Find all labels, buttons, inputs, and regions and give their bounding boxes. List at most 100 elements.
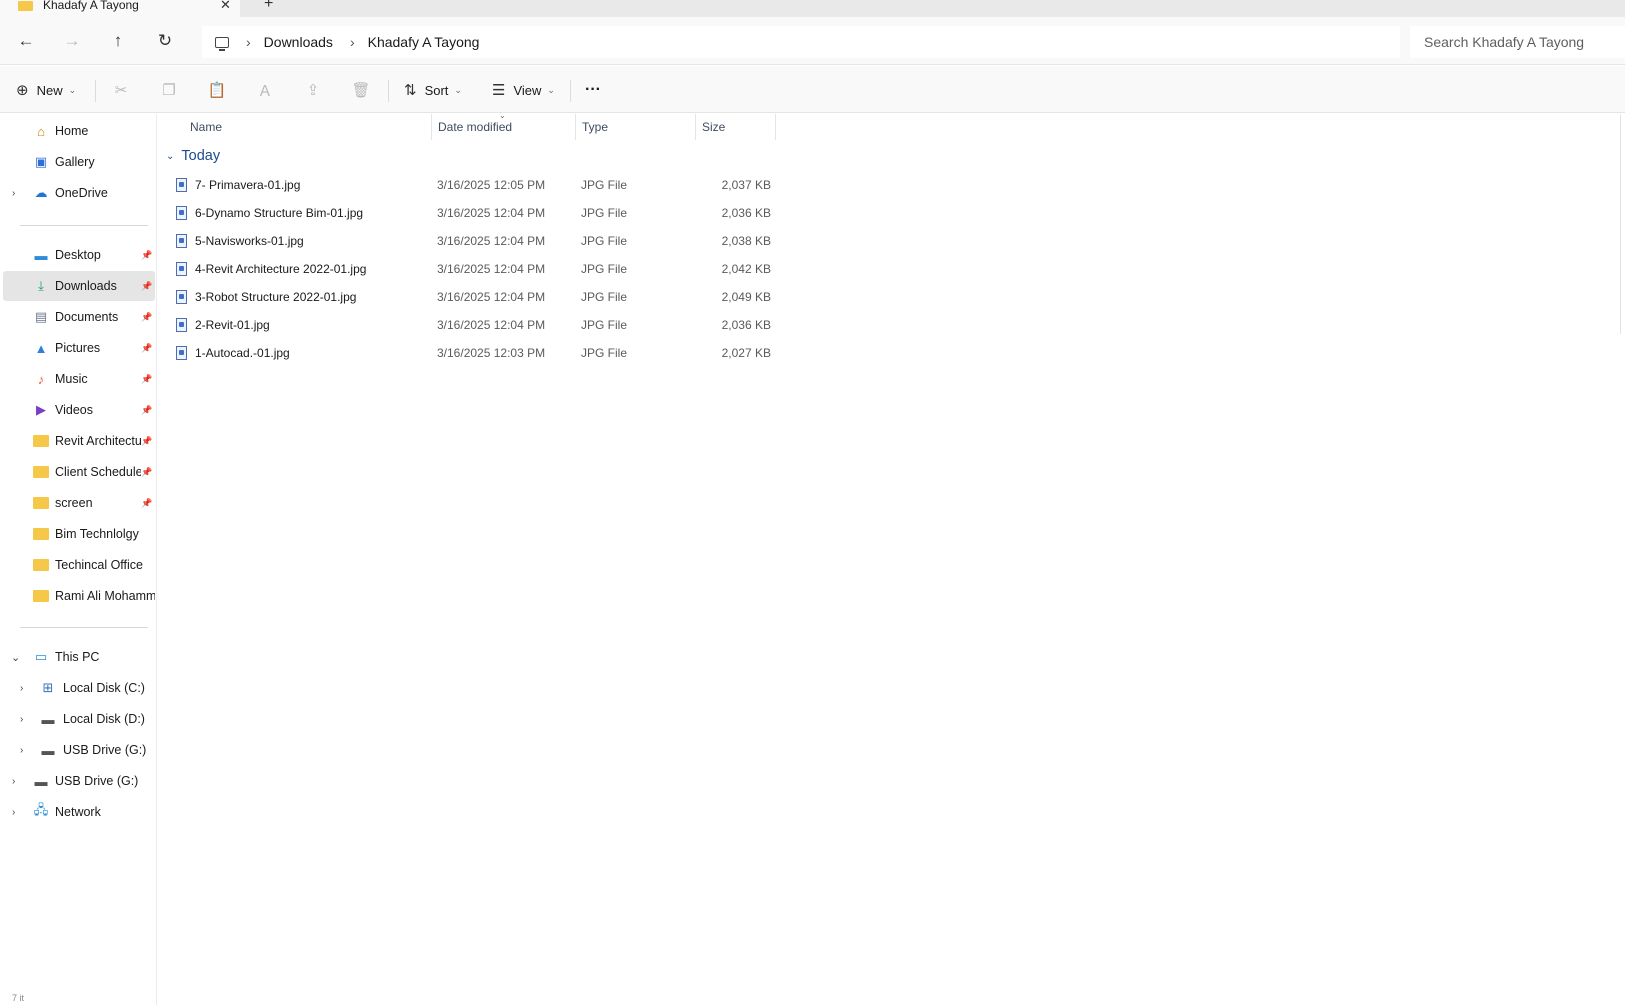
sidebar-item-local-disk-c[interactable]: › ⊞ Local Disk (C:) <box>0 673 156 703</box>
delete-icon[interactable]: 🗑 <box>349 78 373 102</box>
file-name-cell[interactable]: 7- Primavera-01.jpg <box>176 171 300 198</box>
rename-icon[interactable]: Ａ <box>253 78 277 102</box>
new-button[interactable]: ⊕ New ⌄ <box>16 78 76 102</box>
pin-icon[interactable]: 📌 <box>141 374 152 385</box>
sidebar-item-downloads[interactable]: ⤓ Downloads 📌 <box>3 271 155 301</box>
breadcrumb-downloads[interactable]: Downloads <box>264 34 333 50</box>
view-button[interactable]: ☰ View ⌄ <box>492 78 555 102</box>
table-row[interactable]: 7- Primavera-01.jpg 3/16/2025 12:05 PM JPG… <box>166 171 936 198</box>
sidebar-item-technical-office[interactable]: Techincal Office <box>0 550 156 580</box>
group-header-today[interactable]: ⌄ Today <box>166 148 220 164</box>
table-row[interactable]: 2-Revit-01.jpg 3/16/2025 12:04 PM JPG File… <box>166 311 936 338</box>
sidebar-item-usb-drive-g[interactable]: › ▬ USB Drive (G:) <box>0 735 156 765</box>
size-cell: 2,042 KB <box>721 261 771 276</box>
downloads-icon: ⤓ <box>38 278 44 293</box>
file-name-cell[interactable]: 5-Navisworks-01.jpg <box>176 227 304 254</box>
column-header-name[interactable]: Name <box>190 114 222 140</box>
sidebar-item-gallery[interactable]: ▣ Gallery <box>0 147 156 177</box>
chevron-right-icon[interactable]: › <box>20 683 23 694</box>
up-arrow-icon[interactable]: ↑ <box>106 29 130 53</box>
sidebar-item-desktop[interactable]: ▬ Desktop 📌 <box>0 240 156 270</box>
pin-icon[interactable]: 📌 <box>141 250 152 261</box>
breadcrumb[interactable]: › Downloads › Khadafy A Tayong <box>202 26 1400 58</box>
chevron-right-icon[interactable]: › <box>12 807 15 818</box>
sidebar-item-label: Client Schedules <box>55 465 141 479</box>
sidebar-item-videos[interactable]: ▶ Videos 📌 <box>0 395 156 425</box>
sidebar-item-pictures[interactable]: ▲ Pictures 📌 <box>0 333 156 363</box>
sidebar-item-this-pc[interactable]: ⌄ ▭ This PC <box>0 642 156 672</box>
search-input[interactable]: Search Khadafy A Tayong <box>1410 26 1625 58</box>
column-header-date[interactable]: Date modified <box>438 114 512 140</box>
table-row[interactable]: 4-Revit Architecture 2022-01.jpg 3/16/202… <box>166 255 936 282</box>
sidebar-item-local-disk-d[interactable]: › ▬ Local Disk (D:) <box>0 704 156 734</box>
table-row[interactable]: 6-Dynamo Structure Bim-01.jpg 3/16/2025 1… <box>166 199 936 226</box>
sidebar-item-screen[interactable]: screen 📌 <box>0 488 156 518</box>
chevron-right-icon[interactable]: › <box>246 34 251 50</box>
sidebar-item-documents[interactable]: ▤ Documents 📌 <box>0 302 156 332</box>
chevron-down-icon[interactable]: ⌄ <box>11 651 20 664</box>
column-header-size[interactable]: Size <box>702 114 725 140</box>
pin-icon[interactable]: 📌 <box>141 498 152 509</box>
back-arrow-icon[interactable]: ← <box>14 29 38 53</box>
sidebar-item-client-schedules[interactable]: Client Schedules 📌 <box>0 457 156 487</box>
size-cell: 2,036 KB <box>721 317 771 332</box>
file-name-cell[interactable]: 2-Revit-01.jpg <box>176 311 270 338</box>
jpg-file-icon <box>176 205 187 220</box>
pin-icon[interactable]: 📌 <box>141 343 152 354</box>
column-separator[interactable] <box>695 114 696 140</box>
sidebar-item-label: Desktop <box>55 248 101 262</box>
sidebar-item-label: Bim Technlolgy <box>55 527 139 541</box>
forward-arrow-icon[interactable]: → <box>60 29 84 53</box>
file-name-cell[interactable]: 6-Dynamo Structure Bim-01.jpg <box>176 199 363 226</box>
table-row[interactable]: 5-Navisworks-01.jpg 3/16/2025 12:04 PM JPG… <box>166 227 936 254</box>
column-header-type[interactable]: Type <box>582 114 608 140</box>
table-row[interactable]: 1-Autocad.-01.jpg 3/16/2025 12:03 PM JPG F… <box>166 339 936 366</box>
share-icon[interactable]: ⇪ <box>301 78 325 102</box>
new-tab-icon[interactable]: + <box>264 0 273 13</box>
pin-icon[interactable]: 📌 <box>141 436 152 447</box>
close-tab-icon[interactable]: ✕ <box>220 0 231 13</box>
table-row[interactable]: 3-Robot Structure 2022-01.jpg 3/16/2025 1… <box>166 283 936 310</box>
tab-strip: Khadafy A Tayong ✕ + <box>0 0 1625 17</box>
chevron-down-icon: ⌄ <box>454 84 462 95</box>
sort-button[interactable]: ⇅ Sort ⌄ <box>404 78 462 102</box>
divider <box>20 225 148 226</box>
file-name-cell[interactable]: 3-Robot Structure 2022-01.jpg <box>176 283 356 310</box>
file-list: Name ⌄ Date modified Type Size ⌄ Today 7… <box>158 111 1625 1005</box>
more-options-button[interactable]: ··· <box>585 78 601 102</box>
file-name-cell[interactable]: 1-Autocad.-01.jpg <box>176 339 290 366</box>
chevron-right-icon[interactable]: › <box>20 714 23 725</box>
sidebar-item-rami-ali[interactable]: Rami Ali Mohamm <box>0 581 156 611</box>
sidebar-item-music[interactable]: ♪ Music 📌 <box>0 364 156 394</box>
pin-icon[interactable]: 📌 <box>141 281 152 292</box>
chevron-right-icon[interactable]: › <box>12 776 15 787</box>
column-separator[interactable] <box>575 114 576 140</box>
breadcrumb-khadafy[interactable]: Khadafy A Tayong <box>368 34 480 50</box>
new-label: New <box>36 82 63 98</box>
chevron-right-icon[interactable]: › <box>350 34 355 50</box>
pin-icon[interactable]: 📌 <box>141 312 152 323</box>
sidebar-item-onedrive[interactable]: › ☁ OneDrive <box>0 178 156 208</box>
sidebar-item-revit-architecture[interactable]: Revit Architectu 📌 <box>0 426 156 456</box>
pin-icon[interactable]: 📌 <box>141 467 152 478</box>
sidebar-item-network[interactable]: › 🖧 Network <box>0 797 156 827</box>
chevron-right-icon[interactable]: › <box>12 188 15 199</box>
sidebar-item-bim-technology[interactable]: Bim Technlolgy <box>0 519 156 549</box>
cut-icon[interactable]: ✂ <box>109 78 133 102</box>
pin-icon[interactable]: 📌 <box>141 405 152 416</box>
music-icon: ♪ <box>37 371 45 387</box>
paste-icon[interactable]: 📋 <box>205 78 229 102</box>
scrollbar[interactable] <box>1620 114 1621 334</box>
column-separator[interactable] <box>775 114 776 140</box>
chevron-right-icon[interactable]: › <box>20 745 23 756</box>
chevron-down-icon: ⌄ <box>547 84 555 95</box>
sidebar-item-usb-drive-g-root[interactable]: › ▬ USB Drive (G:) <box>0 766 156 796</box>
this-pc-icon[interactable] <box>215 36 229 51</box>
sidebar-item-home[interactable]: ⌂ Home <box>0 116 156 146</box>
chevron-down-icon[interactable]: ⌄ <box>166 151 174 162</box>
column-separator[interactable] <box>431 114 432 140</box>
tab-khadafy[interactable]: Khadafy A Tayong ✕ <box>0 0 240 17</box>
refresh-icon[interactable]: ↻ <box>153 29 177 53</box>
copy-icon[interactable]: ❐ <box>157 78 181 102</box>
file-name-cell[interactable]: 4-Revit Architecture 2022-01.jpg <box>176 255 366 282</box>
